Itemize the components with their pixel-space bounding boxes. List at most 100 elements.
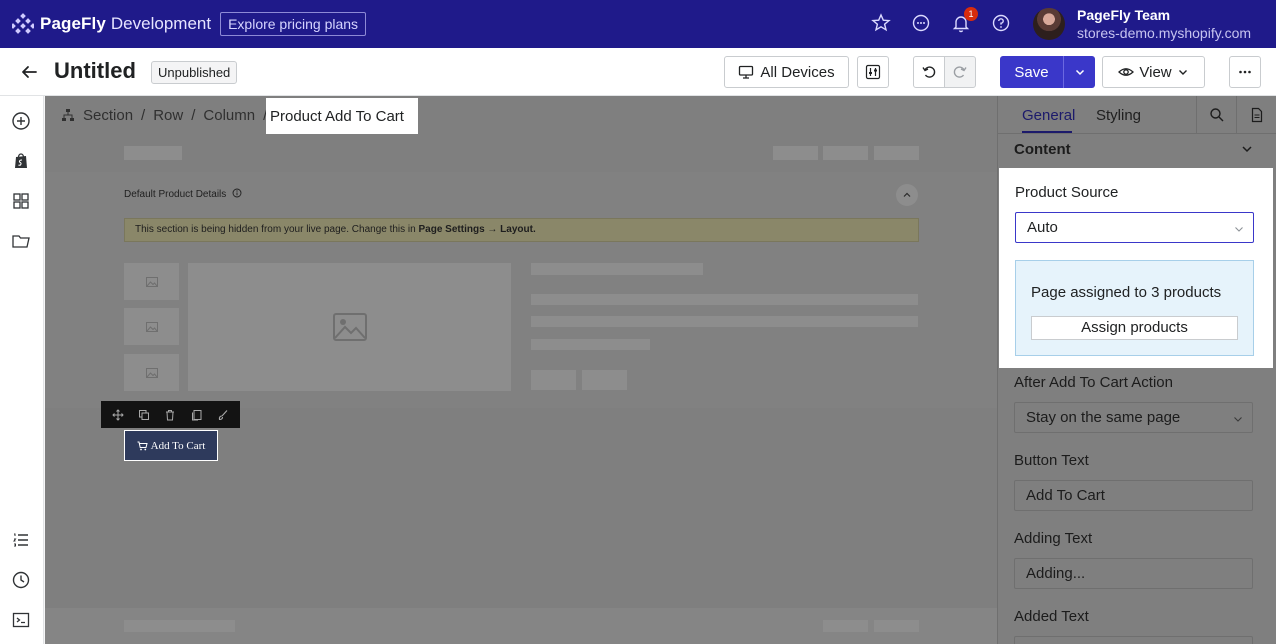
user-store: stores-demo.myshopify.com [1077, 25, 1252, 41]
move-icon[interactable] [112, 408, 124, 421]
redo-icon [953, 66, 967, 78]
favorite-star-icon[interactable] [870, 12, 892, 34]
save-group: Save [1000, 56, 1095, 88]
pagefly-logo-icon [12, 13, 34, 34]
tab-general[interactable]: General [1022, 107, 1075, 124]
all-devices-button[interactable]: All Devices [724, 56, 849, 88]
inspector-panel: General Styling Content Product Source A… [997, 96, 1276, 644]
breadcrumb-separator: / [191, 106, 196, 124]
adding-text-input[interactable]: Adding... [1014, 558, 1253, 589]
after-add-to-cart-label: After Add To Cart Action [1014, 374, 1173, 391]
page-bar: Untitled Unpublished All Devices Save Vi… [0, 48, 1276, 96]
breadcrumb: Section / Row / Column / [45, 96, 997, 134]
chevron-down-icon [1235, 227, 1243, 232]
breadcrumb-column[interactable]: Column [203, 107, 255, 124]
brand[interactable]: PageFly Development [12, 13, 211, 35]
redo-button[interactable] [944, 56, 976, 88]
chat-icon[interactable] [910, 12, 932, 34]
delete-icon[interactable] [164, 409, 176, 421]
placeholder-bar [531, 370, 576, 390]
view-button[interactable]: View [1102, 56, 1205, 88]
chevron-down-icon [1075, 69, 1084, 76]
shopify-icon[interactable] [11, 151, 31, 171]
eye-icon [1118, 68, 1135, 76]
chevron-down-icon [1234, 417, 1242, 422]
document-icon [1251, 107, 1262, 123]
history-clock-icon[interactable] [11, 570, 31, 590]
help-icon[interactable] [990, 12, 1012, 34]
breadcrumb-current[interactable]: Product Add To Cart [266, 98, 418, 134]
brand-name: PageFly [40, 14, 106, 33]
after-add-to-cart-select[interactable]: Stay on the same page [1014, 402, 1253, 433]
more-dots-icon [1239, 70, 1251, 74]
breadcrumb-section[interactable]: Section [83, 107, 133, 124]
code-terminal-icon[interactable] [11, 610, 31, 630]
duplicate-icon[interactable] [138, 409, 150, 421]
image-placeholder-icon [332, 313, 367, 341]
assigned-products-text: Page assigned to 3 products [1031, 284, 1222, 301]
product-main-image [188, 263, 511, 391]
chevron-down-icon[interactable] [1240, 142, 1254, 156]
explore-pricing-button[interactable]: Explore pricing plans [220, 12, 367, 36]
placeholder-bar [823, 620, 868, 632]
content-heading[interactable]: Content [1014, 141, 1071, 158]
product-source-label: Product Source [1015, 184, 1119, 201]
placeholder-bar [124, 146, 182, 160]
add-element-icon[interactable] [11, 111, 31, 131]
more-options-button[interactable] [1229, 56, 1261, 88]
image-placeholder-icon [145, 367, 158, 378]
inspector-tabs: General Styling [998, 96, 1276, 134]
inspector-document-button[interactable] [1236, 96, 1276, 134]
placeholder-bar [531, 294, 918, 305]
tab-styling[interactable]: Styling [1096, 107, 1141, 124]
add-to-cart-label: Add To Cart [150, 439, 206, 452]
page-title[interactable]: Untitled [54, 58, 136, 84]
hidden-section-warning: This section is being hidden from your l… [124, 218, 919, 242]
button-text-input[interactable]: Add To Cart [1014, 480, 1253, 511]
left-rail [0, 96, 44, 644]
add-to-cart-button[interactable]: Add To Cart [124, 430, 218, 461]
info-icon [232, 188, 242, 198]
layout-grid-icon[interactable] [11, 191, 31, 211]
product-thumbnail [124, 263, 179, 300]
copy-style-icon[interactable] [191, 409, 203, 421]
save-options-button[interactable] [1063, 56, 1095, 88]
product-thumbnail [124, 354, 179, 391]
placeholder-bar [823, 146, 868, 160]
section-collapse-button[interactable] [896, 184, 918, 206]
back-arrow-icon[interactable] [18, 61, 40, 83]
layers-list-icon[interactable] [11, 530, 31, 550]
monitor-icon [739, 65, 754, 79]
status-badge: Unpublished [151, 61, 238, 84]
chevron-up-icon [903, 192, 911, 197]
adding-text-label: Adding Text [1014, 530, 1093, 547]
undo-button[interactable] [913, 56, 945, 88]
placeholder-bar [582, 370, 627, 390]
user-avatar[interactable] [1033, 8, 1065, 40]
product-source-select[interactable]: Auto [1015, 212, 1254, 243]
folder-icon[interactable] [11, 231, 31, 251]
image-placeholder-icon [145, 276, 158, 287]
added-text-input[interactable] [1014, 636, 1253, 644]
breadcrumb-row[interactable]: Row [153, 107, 183, 124]
warning-link-text[interactable]: Page Settings → Layout. [419, 224, 536, 235]
placeholder-bar [531, 263, 703, 275]
save-button[interactable]: Save [1000, 56, 1063, 88]
after-add-to-cart-value: Stay on the same page [1026, 409, 1181, 426]
paint-brush-icon[interactable] [217, 409, 229, 421]
page-settings-button[interactable] [857, 56, 889, 88]
top-icons: 1 [870, 7, 1030, 34]
product-thumbnail [124, 308, 179, 345]
inspector-search-button[interactable] [1196, 96, 1236, 134]
assign-products-button[interactable]: Assign products [1031, 316, 1238, 340]
product-source-card: Product Source Auto Page assigned to 3 p… [999, 168, 1273, 368]
top-bar: PageFly Development Explore pricing plan… [0, 0, 1276, 48]
user-info[interactable]: PageFly Team stores-demo.myshopify.com [1077, 7, 1251, 41]
placeholder-bar [124, 620, 235, 632]
placeholder-bar [874, 620, 919, 632]
notification-bell-icon[interactable]: 1 [950, 7, 978, 34]
user-name: PageFly Team [1077, 7, 1171, 23]
view-label: View [1139, 63, 1172, 81]
undo-icon [922, 66, 936, 78]
editor-canvas[interactable]: Section / Row / Column / Product Add To … [45, 96, 997, 644]
